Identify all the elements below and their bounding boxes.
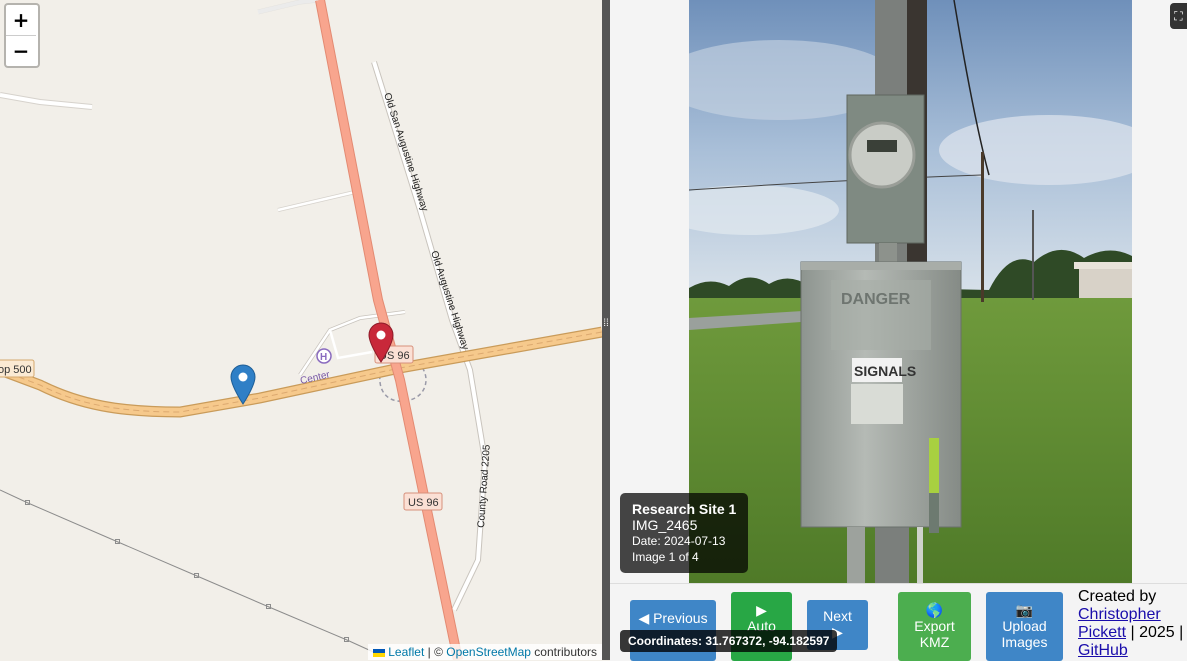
label-us96-bottom: US 96: [408, 497, 439, 509]
label-hospital: H: [320, 352, 327, 363]
fullscreen-button[interactable]: ⛶: [1170, 3, 1187, 29]
export-label: Export: [914, 618, 955, 634]
attribution-contributors: contributors: [530, 645, 597, 659]
zoom-control: + −: [4, 3, 40, 68]
osm-link[interactable]: OpenStreetMap: [446, 645, 531, 659]
github-link[interactable]: GitHub: [1078, 642, 1128, 659]
site-photo: DANGER SIGNALS: [689, 0, 1132, 583]
next-label: Next: [823, 608, 852, 624]
image-index: Image 1 of 4: [632, 550, 699, 564]
map-panel[interactable]: Old San Augustine Highway Old Augustine …: [0, 0, 602, 660]
leaflet-link[interactable]: Leaflet: [388, 645, 424, 659]
zoom-in-button[interactable]: +: [6, 5, 36, 36]
label-county-road: County Road 2205: [476, 444, 493, 528]
image-info-box: Research Site 1 IMG_2465 Date: 2024-07-1…: [620, 493, 748, 573]
upload-images-button[interactable]: 📷 Upload Images: [986, 592, 1063, 661]
upload-label-2: Images: [1001, 634, 1048, 650]
site-name: Research Site 1: [632, 501, 737, 517]
grip-icon[interactable]: ⁞⁞: [602, 319, 610, 334]
label-old-san-augustine: Old San Augustine Highway: [381, 92, 430, 213]
image-viewer: DANGER SIGNALS ⛶ Research Site 1 IMG_246…: [610, 0, 1187, 661]
image-date: Date: 2024-07-13: [632, 534, 726, 548]
previous-label: ◀ Previous: [638, 610, 708, 626]
ukraine-flag-icon: [373, 648, 386, 657]
photo-signals-text: SIGNALS: [854, 363, 916, 379]
export-kmz-button[interactable]: 🌎 Export KMZ: [898, 592, 971, 661]
upload-label: Upload: [1002, 618, 1047, 634]
blue-marker[interactable]: [230, 364, 256, 405]
credits-year: | 2025 |: [1126, 624, 1184, 641]
split-divider[interactable]: ⁞⁞: [602, 0, 610, 660]
coordinates-readout: Coordinates: 31.767372, -94.182597: [620, 630, 838, 652]
map-attribution: Leaflet | © OpenStreetMap contributors: [368, 644, 602, 660]
photo-danger-text: DANGER: [841, 291, 911, 308]
play-icon: ▶: [756, 602, 767, 618]
label-loop500: op 500: [0, 364, 32, 376]
image-name: IMG_2465: [632, 517, 698, 533]
credits: Created by Christopher Pickett | 2025 | …: [1078, 588, 1187, 660]
label-old-augustine: Old Augustine Highway: [428, 250, 470, 352]
red-marker[interactable]: [368, 322, 394, 363]
map-tiles[interactable]: Old San Augustine Highway Old Augustine …: [0, 0, 602, 660]
created-by-text: Created by: [1078, 588, 1157, 605]
export-label-2: KMZ: [919, 634, 950, 650]
zoom-out-button[interactable]: −: [6, 36, 36, 66]
attribution-sep: | ©: [424, 645, 447, 659]
camera-icon: 📷: [1015, 602, 1034, 618]
globe-icon: 🌎: [925, 602, 944, 618]
